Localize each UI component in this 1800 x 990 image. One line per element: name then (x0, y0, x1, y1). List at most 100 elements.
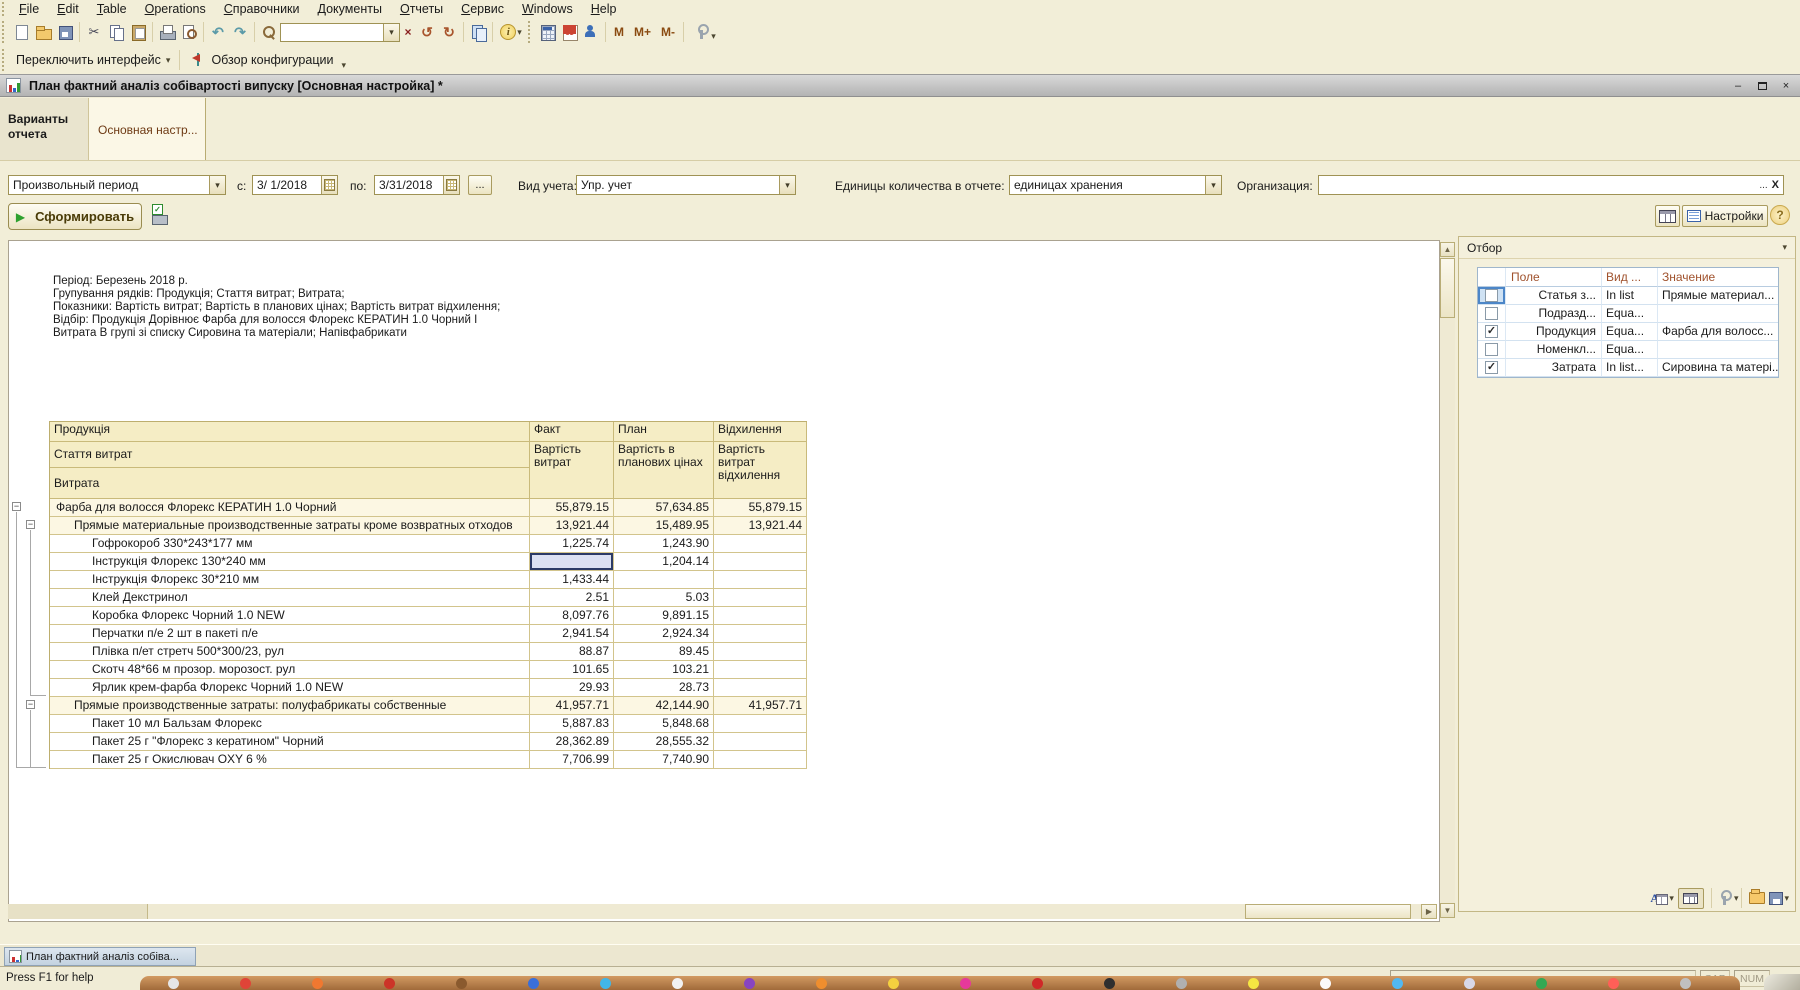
selection-kind[interactable]: Equa... (1602, 323, 1658, 341)
hscroll-left-pane[interactable] (8, 904, 148, 919)
calculator-button[interactable] (536, 21, 558, 43)
selection-checkbox-cell[interactable]: ✓ (1478, 359, 1506, 377)
close-button[interactable]: × (1778, 78, 1794, 93)
report-cell-fact[interactable]: 7,706.99 (530, 751, 614, 769)
report-cell-dev[interactable] (714, 589, 807, 607)
search-dropdown-icon[interactable]: ▾ (383, 24, 399, 41)
chevron-down-icon[interactable]: ▾ (1734, 893, 1739, 904)
selection-kind[interactable]: Equa... (1602, 305, 1658, 323)
report-cell-plan[interactable]: 28.73 (614, 679, 714, 697)
vscroll-thumb[interactable] (1440, 258, 1455, 318)
report-cell-fact[interactable]: 29.93 (530, 679, 614, 697)
report-cell-name[interactable]: Перчатки п/е 2 шт в пакеті п/е (50, 625, 530, 643)
report-cell-fact[interactable]: 28,362.89 (530, 733, 614, 751)
field-settings-icon[interactable] (1650, 891, 1668, 905)
print-report-button[interactable] (150, 207, 168, 230)
search-button[interactable] (258, 21, 280, 43)
selection-checkbox-cell[interactable] (1478, 287, 1506, 305)
report-cell-name[interactable]: Прямые производственные затраты: полуфаб… (50, 697, 530, 715)
report-cell-name[interactable]: Інструкція Флорекс 30*210 мм (50, 571, 530, 589)
menu-item[interactable]: Operations (136, 2, 215, 16)
report-cell-plan[interactable]: 1,204.14 (614, 553, 714, 571)
selection-checkbox-cell[interactable] (1478, 341, 1506, 359)
report-cell-name[interactable]: Фарба для волосся Флорекс КЕРАТИН 1.0 Чо… (50, 499, 530, 517)
report-cell-plan[interactable]: 2,924.34 (614, 625, 714, 643)
report-cell-plan[interactable]: 89.45 (614, 643, 714, 661)
report-cell-dev[interactable]: 13,921.44 (714, 517, 807, 535)
report-cell-dev[interactable] (714, 607, 807, 625)
chevron-down-icon[interactable]: ▾ (1205, 176, 1221, 194)
report-cell-fact[interactable]: 1,433.44 (530, 571, 614, 589)
menu-item[interactable]: Сервис (452, 2, 513, 16)
find-next-button[interactable]: ↻ (438, 21, 460, 43)
report-cell-plan[interactable]: 5.03 (614, 589, 714, 607)
report-cell-fact[interactable]: 1,225.74 (530, 535, 614, 553)
selection-panel-header[interactable]: Отбор ▾ (1459, 237, 1795, 259)
service-button[interactable]: ▾ (687, 21, 721, 43)
calendar-picker-button[interactable] (443, 176, 459, 194)
report-cell-plan[interactable]: 15,489.95 (614, 517, 714, 535)
report-cell-plan[interactable]: 7,740.90 (614, 751, 714, 769)
copy-button[interactable] (105, 21, 127, 43)
dock-icon[interactable] (1680, 978, 1691, 989)
selection-value[interactable]: Сировина та матері... (1658, 359, 1778, 377)
report-spreadsheet[interactable]: Період: Березень 2018 р.Групування рядкі… (8, 240, 1440, 922)
report-cell-dev[interactable] (714, 643, 807, 661)
report-cell-dev[interactable] (714, 679, 807, 697)
minimize-button[interactable]: – (1730, 78, 1746, 93)
help-button[interactable]: ? (1770, 205, 1790, 225)
report-cell-plan[interactable] (614, 571, 714, 589)
menu-item[interactable]: Table (88, 2, 136, 16)
organization-field[interactable]: ... X (1318, 175, 1784, 195)
memory-plus-button[interactable]: M+ (629, 25, 656, 39)
checkbox-checked-icon[interactable]: ✓ (1485, 325, 1498, 338)
period-more-button[interactable]: ... (468, 175, 492, 195)
report-cell-plan[interactable]: 42,144.90 (614, 697, 714, 715)
save-settings-icon[interactable] (1769, 892, 1783, 905)
selection-field[interactable]: Затрата (1506, 359, 1602, 377)
report-hscrollbar[interactable]: ▶ (8, 904, 1437, 919)
report-cell-fact[interactable]: 5,887.83 (530, 715, 614, 733)
dock-icon[interactable] (1032, 978, 1043, 989)
report-cell-name[interactable]: Прямые материальные производственные зат… (50, 517, 530, 535)
column-header[interactable]: План (614, 422, 714, 442)
report-variants-block[interactable]: Варианты отчета (0, 98, 89, 161)
organization-more-button[interactable]: ... (1756, 180, 1770, 191)
hscroll-thumb[interactable] (1245, 904, 1411, 919)
dock-icon[interactable] (600, 978, 611, 989)
switch-interface-button[interactable]: Переключить интерфейс ▾ (10, 53, 176, 67)
chevron-down-icon[interactable]: ▾ (779, 176, 795, 194)
dock-icon[interactable] (672, 978, 683, 989)
new-document-button[interactable] (10, 21, 32, 43)
period-type-select[interactable]: Произвольный период ▾ (8, 175, 226, 195)
report-cell-plan[interactable]: 103.21 (614, 661, 714, 679)
checkbox-unchecked-icon[interactable] (1485, 343, 1498, 356)
dock-icon[interactable] (312, 978, 323, 989)
column-header[interactable]: Поле (1506, 268, 1602, 287)
report-cell-name[interactable]: Гофрокороб 330*243*177 мм (50, 535, 530, 553)
dock-icon[interactable] (888, 978, 899, 989)
selection-value[interactable] (1658, 305, 1778, 323)
report-cell-name[interactable]: Ярлик крем-фарба Флорекс Чорний 1.0 NEW (50, 679, 530, 697)
selection-kind[interactable]: In list (1602, 287, 1658, 305)
selection-field[interactable]: Подразд... (1506, 305, 1602, 323)
menu-item[interactable]: Edit (48, 2, 88, 16)
report-cell-name[interactable]: Пакет 25 г Окислювач OXY 6 % (50, 751, 530, 769)
report-cell-fact[interactable]: 55,879.15 (530, 499, 614, 517)
scroll-right-button[interactable]: ▶ (1421, 904, 1437, 919)
report-cell-dev[interactable] (714, 661, 807, 679)
dock-icon[interactable] (384, 978, 395, 989)
column-header[interactable]: Вартість витрат відхилення (714, 442, 807, 499)
find-previous-button[interactable]: ↺ (416, 21, 438, 43)
selection-checkbox-cell[interactable] (1478, 305, 1506, 323)
toolbar-drag-handle[interactable] (2, 49, 6, 71)
selection-checkbox-cell[interactable]: ✓ (1478, 323, 1506, 341)
checkbox-unchecked-icon[interactable] (1485, 307, 1498, 320)
column-header[interactable]: Стаття витрат (50, 442, 529, 468)
dock-icon[interactable] (168, 978, 179, 989)
column-header[interactable]: Продукція (50, 422, 530, 442)
column-header[interactable]: Вартість в планових цінах (614, 442, 714, 499)
selection-value[interactable]: Прямые материал... (1658, 287, 1778, 305)
report-cell-fact[interactable]: 101.65 (530, 661, 614, 679)
quick-search-text[interactable] (281, 25, 383, 39)
